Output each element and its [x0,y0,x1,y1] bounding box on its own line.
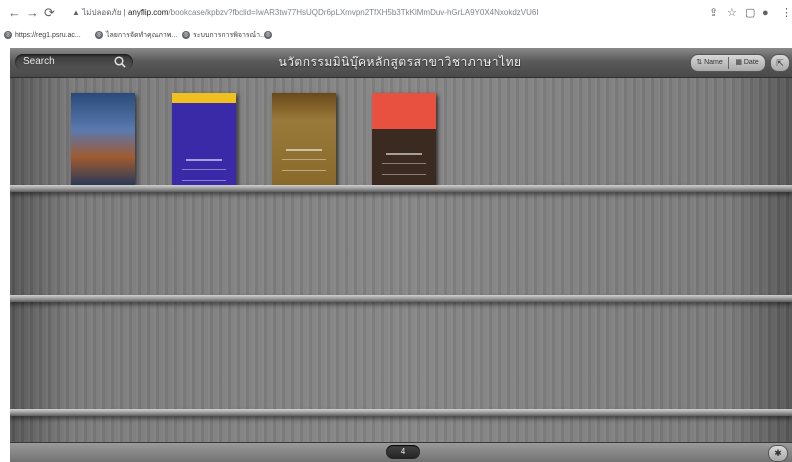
bookshelf-area [10,78,792,442]
url-field[interactable]: ▲ ไม่ปลอดภัย | anyflip.com/bookcase/kpbz… [72,6,539,20]
bookmarks-bar: ◎ https://reg1.psru.ac... ◎ ไลยการจัดทำคุณ… [0,26,792,46]
sort-group: ⇅ Name ▦ Date [690,54,766,72]
url-path: /bookcase/kpbzv?fbclid=IwAR3tw77HsUQDr6p… [168,8,539,17]
book-cover-1[interactable] [71,93,135,185]
page-indicator[interactable]: 4 [386,445,420,459]
browser-address-bar: ← → ⟳ ▲ ไม่ปลอดภัย | anyflip.com/bookcas… [0,0,792,26]
bookmark-item[interactable]: ◎ ระบบการการพิจารณ์า... [182,29,266,43]
book-cover-4[interactable] [372,93,436,185]
globe-icon: ◎ [182,31,190,40]
bookcase-footer: 4 ✱ [10,442,792,462]
book-cover-rule [186,159,222,161]
url-host: anyflip.com [127,8,169,17]
forward-icon[interactable]: → [26,4,39,22]
bookcase-title: นวัตกรรมมินิบุ๊คหลักสูตรสาขาวิชาภาษาไทย [278,55,522,69]
bookmark-item[interactable]: ◎ https://reg1.psru.ac... [4,29,81,43]
globe-icon: ◎ [264,31,272,40]
bookmark-item[interactable]: ◎ [264,29,275,43]
sort-by-name-button[interactable]: ⇅ Name [691,55,728,71]
share-button[interactable]: ⇱ [770,54,790,72]
sidepanel-icon[interactable]: ▢ [745,5,755,21]
gear-icon: ✱ [774,448,782,458]
shelf-board [10,409,792,416]
sort-by-date-button[interactable]: ▦ Date [729,55,765,71]
back-icon[interactable]: ← [8,4,21,22]
settings-button[interactable]: ✱ [768,445,788,462]
bookcase-app: Search นวัตกรรมมินิบุ๊คหลักสูตรสาขาวิชาภ… [10,48,792,462]
share-icon: ⇱ [776,58,784,68]
bookmark-star-icon[interactable]: ☆ [727,5,737,21]
warning-icon: ▲ [72,8,83,17]
search-label: Search [23,56,55,67]
book-cover-rule [286,149,322,151]
menu-dots-icon[interactable]: ⋮ [781,5,792,21]
page-number: 4 [400,447,406,456]
share-page-icon[interactable]: ⇪ [709,5,718,21]
book-cover-2[interactable] [172,93,236,185]
book-cover-rule [386,153,422,155]
shelf-board [10,185,792,192]
book-cover-band [282,159,326,171]
globe-icon: ◎ [95,31,103,40]
globe-icon: ◎ [4,31,12,40]
sort-name-icon: ⇅ [696,59,705,66]
bookcase-toolbar: Search นวัตกรรมมินิบุ๊คหลักสูตรสาขาวิชาภ… [10,48,792,78]
bookmark-item[interactable]: ◎ ไลยการจัดทำคุณภาพ... [95,29,177,43]
profile-avatar-icon[interactable]: ● [762,5,769,21]
search-icon[interactable] [113,55,127,69]
url-warning: ไม่ปลอดภัย [82,8,122,17]
calendar-icon: ▦ [735,59,744,66]
book-cover-band [382,163,426,175]
shelf-board [10,295,792,302]
search-box[interactable]: Search [15,54,133,70]
book-cover-3[interactable] [272,93,336,185]
book-cover-band [182,169,226,181]
reload-icon[interactable]: ⟳ [44,4,55,22]
